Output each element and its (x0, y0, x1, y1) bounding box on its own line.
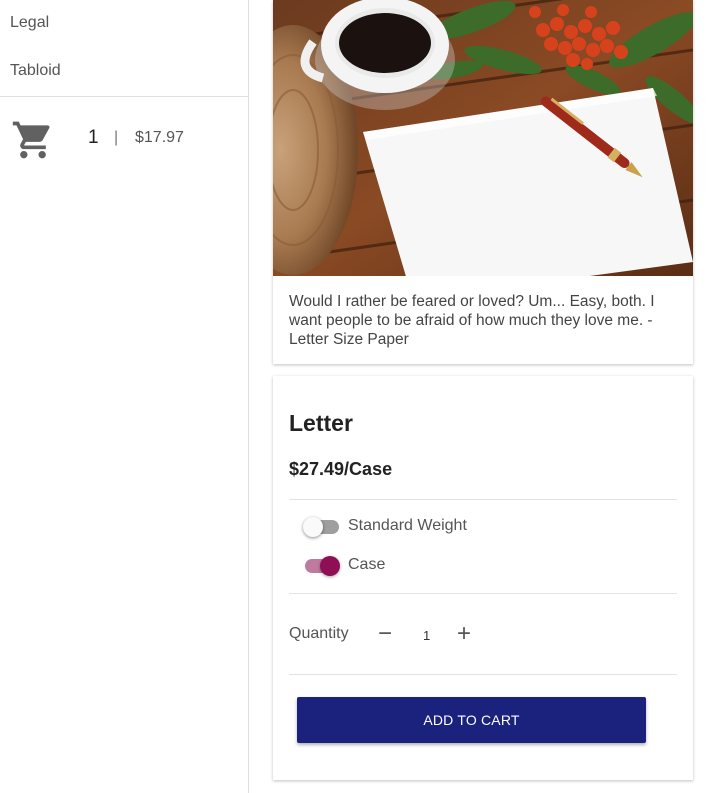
add-to-cart-button[interactable]: ADD TO CART (297, 697, 646, 743)
divider (289, 674, 677, 675)
quantity-label: Quantity (289, 625, 349, 642)
product-name: Letter (289, 410, 353, 436)
quantity-decrement-button[interactable]: − (372, 622, 398, 648)
cart-item-count: 1 (88, 127, 99, 148)
product-card: Letter $27.49/Case Standard Weight Case … (273, 376, 693, 780)
coffee-paper-pen-photo (273, 0, 693, 276)
toggle-knob (303, 517, 323, 537)
option-label: Case (348, 556, 386, 573)
cart-summary[interactable]: 1 | $17.97 (10, 118, 240, 162)
quantity-increment-button[interactable]: + (451, 622, 477, 648)
sidebar-divider (0, 96, 249, 97)
sidebar-item-legal[interactable]: Legal (10, 14, 49, 32)
divider (289, 499, 677, 500)
shopping-cart-icon[interactable] (10, 118, 56, 162)
option-standard-weight: Standard Weight (303, 515, 643, 539)
feature-card: Would I rather be feared or loved? Um...… (273, 0, 693, 364)
option-label: Standard Weight (348, 517, 467, 534)
toggle-knob (320, 556, 340, 576)
option-case: Case (303, 554, 643, 578)
case-toggle[interactable] (303, 554, 341, 578)
product-price: $27.49/Case (289, 459, 393, 479)
product-quote: Would I rather be feared or loved? Um...… (289, 293, 655, 348)
cart-separator: | (114, 129, 119, 146)
quantity-value: 1 (423, 628, 431, 643)
cart-total: $17.97 (135, 129, 184, 146)
standard-weight-toggle[interactable] (303, 515, 341, 539)
divider (289, 593, 677, 594)
sidebar-item-tabloid[interactable]: Tabloid (10, 62, 61, 80)
sidebar: Legal Tabloid 1 | $17.97 (0, 0, 249, 793)
